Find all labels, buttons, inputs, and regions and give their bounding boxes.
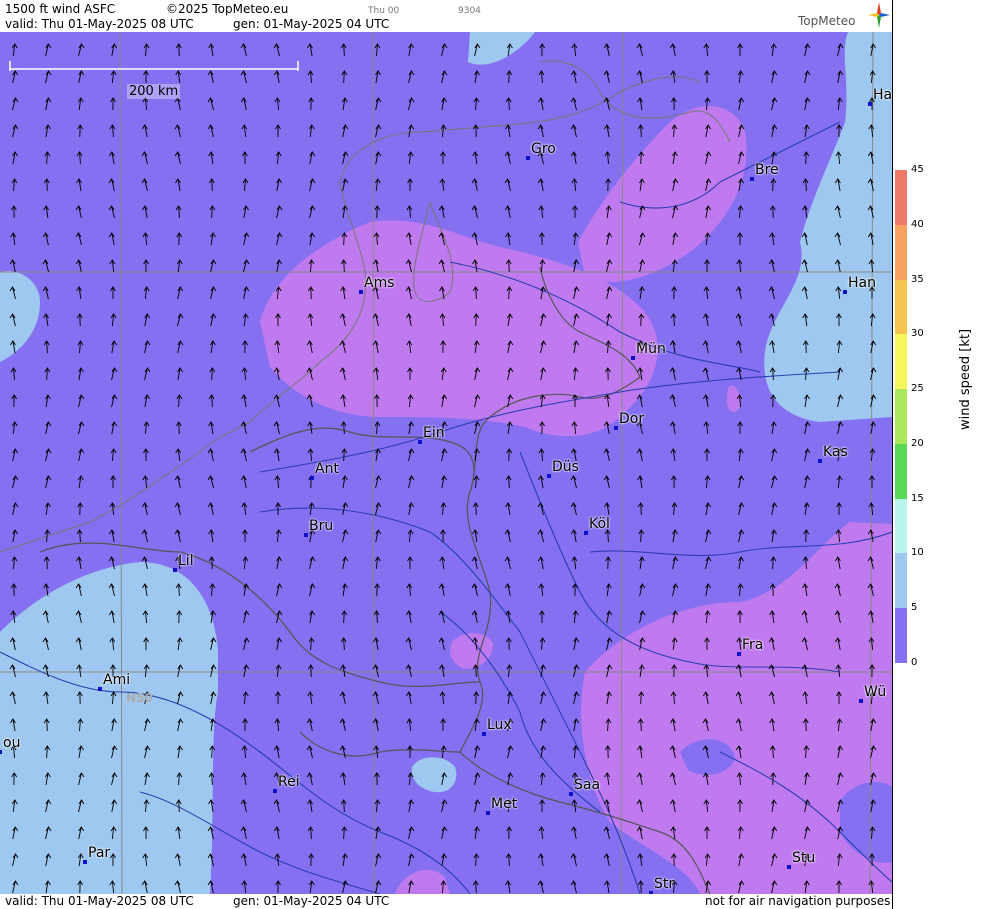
city-label: Mün xyxy=(636,341,666,357)
city-marker xyxy=(310,476,314,480)
city-marker xyxy=(631,356,635,360)
city-label: Dor xyxy=(619,411,645,427)
city-marker xyxy=(569,792,573,796)
city-marker xyxy=(737,652,741,656)
wind-speed-legend: 45 40 35 30 25 20 15 10 5 0 wind speed [kt] xyxy=(893,0,983,909)
compass-star-icon xyxy=(868,2,890,28)
valid-time: valid: Thu 01-May-2025 08 UTC xyxy=(5,17,194,31)
city-label: Wü xyxy=(864,684,887,700)
city-marker xyxy=(868,102,872,106)
product-title: 1500 ft wind ASFC xyxy=(5,2,116,16)
chart-header: 1500 ft wind ASFC ©2025 TopMeteo.eu Thu … xyxy=(0,0,892,32)
legend-tick-label: 0 xyxy=(911,657,918,668)
city-marker xyxy=(526,156,530,160)
city-label: Ein xyxy=(423,425,445,441)
city-label: Lil xyxy=(178,553,194,569)
city-label: Rei xyxy=(278,774,300,790)
city-label: Saa xyxy=(574,777,601,793)
legend-tick-label: 35 xyxy=(911,273,924,285)
legend-tick-label: 25 xyxy=(911,383,924,395)
city-marker xyxy=(486,811,490,815)
city-marker xyxy=(359,290,363,294)
wind-map[interactable]: 200 km N50 Gro Bre Ha Ams Han Mün Dor Ein Kas Düs… xyxy=(0,32,892,894)
run-code: 9304 xyxy=(458,6,481,16)
legend-color-step xyxy=(895,608,907,664)
city-label: Ant xyxy=(315,461,339,477)
city-marker xyxy=(0,750,2,754)
legend-color-step xyxy=(895,553,907,609)
city-marker xyxy=(787,865,791,869)
city-marker xyxy=(750,177,754,181)
city-label: Fra xyxy=(742,637,764,653)
city-label: Par xyxy=(88,845,111,861)
city-label: Bru xyxy=(309,518,334,534)
city-label: Ams xyxy=(364,275,395,291)
legend-tick-label: 30 xyxy=(911,328,924,340)
run-label: Thu 00 xyxy=(368,6,400,16)
legend-color-step xyxy=(895,389,907,445)
gen-time: gen: 01-May-2025 04 UTC xyxy=(233,17,390,31)
legend-tick-label: 15 xyxy=(911,492,924,504)
legend-color-step xyxy=(895,498,907,554)
city-label: Ami xyxy=(103,672,131,688)
city-marker xyxy=(818,459,822,463)
city-marker xyxy=(859,699,863,703)
latitude-label: N50 xyxy=(126,691,153,705)
city-marker xyxy=(584,531,588,535)
city-label: ou xyxy=(3,735,21,751)
legend-title: wind speed [kt] xyxy=(958,328,973,430)
city-label: Stu xyxy=(792,850,816,866)
city-marker xyxy=(83,860,87,864)
footer-valid-time: valid: Thu 01-May-2025 08 UTC xyxy=(5,894,194,908)
city-label: Köl xyxy=(589,516,610,532)
legend-color-step xyxy=(895,443,907,500)
city-marker xyxy=(614,426,618,430)
city-marker xyxy=(482,732,486,736)
scale-bar-label: 200 km xyxy=(127,84,181,99)
legend-tick-label: 45 xyxy=(911,164,924,175)
city-label: Gro xyxy=(531,141,556,157)
city-label: Str xyxy=(654,876,675,892)
legend-tick-label: 5 xyxy=(911,602,918,614)
city-label: Met xyxy=(491,796,518,812)
legend-color-step xyxy=(895,224,907,281)
city-marker xyxy=(843,290,847,294)
legend-color-step xyxy=(895,334,907,390)
city-label: Lux xyxy=(487,717,512,733)
city-label: Düs xyxy=(552,459,579,475)
city-label: Bre xyxy=(755,162,779,178)
disclaimer: not for air navigation purposes xyxy=(705,894,891,908)
city-label: Han xyxy=(848,275,876,291)
legend-colorbar xyxy=(895,170,907,664)
copyright: ©2025 TopMeteo.eu xyxy=(166,2,289,16)
legend-color-step xyxy=(895,279,907,335)
legend-tick-label: 40 xyxy=(911,218,924,230)
city-label: Kas xyxy=(823,444,848,460)
city-marker xyxy=(304,533,308,537)
city-marker xyxy=(418,440,422,444)
legend-color-step xyxy=(895,170,907,226)
chart-footer: valid: Thu 01-May-2025 08 UTC gen: 01-Ma… xyxy=(0,894,892,909)
legend-tick-label: 20 xyxy=(911,437,924,449)
city-marker xyxy=(273,789,277,793)
footer-gen-time: gen: 01-May-2025 04 UTC xyxy=(233,894,390,908)
city-marker xyxy=(173,568,177,572)
legend-tick-label: 10 xyxy=(911,547,924,559)
city-marker xyxy=(547,474,551,478)
topmeteo-logo-text: TopMeteo xyxy=(798,14,856,28)
city-marker xyxy=(98,687,102,691)
city-label: Ha xyxy=(873,87,892,103)
